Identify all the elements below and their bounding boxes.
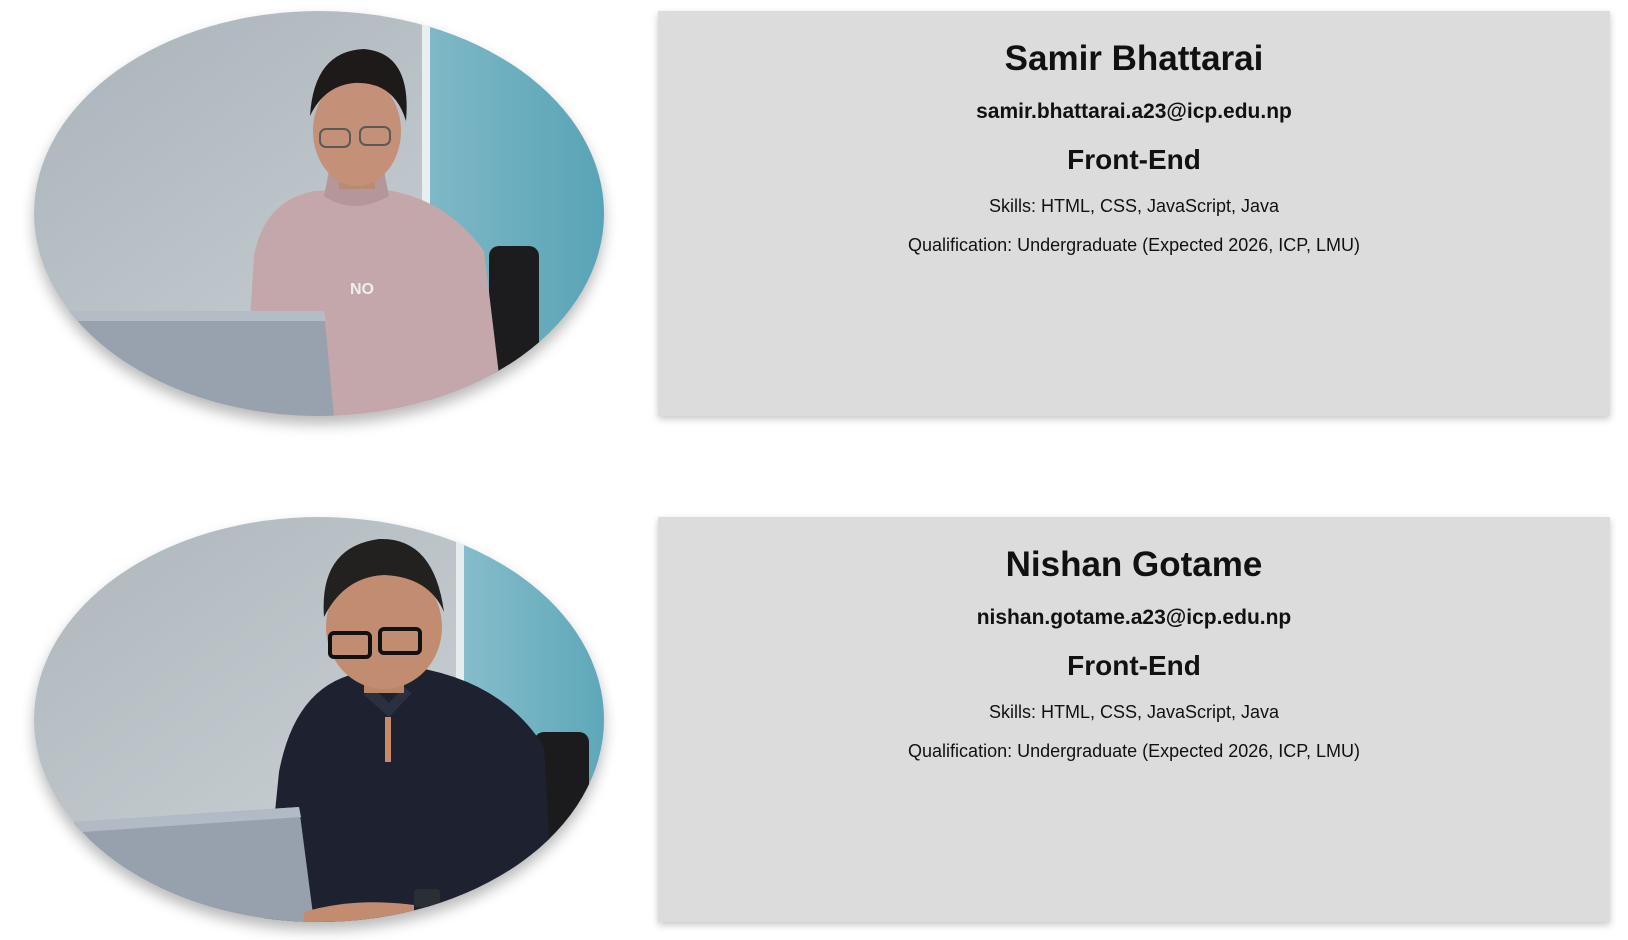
member-role: Front-End <box>1067 144 1201 175</box>
member-info-card: Samir Bhattarai samir.bhattarai.a23@icp.… <box>658 11 1610 416</box>
member-email: nishan.gotame.a23@icp.edu.np <box>976 606 1292 629</box>
team-page: NO Samir Bhattarai samir.bhattarai.a23@i… <box>0 0 1628 940</box>
profile-photo: NO <box>34 11 604 416</box>
member-info-card: Nishan Gotame nishan.gotame.a23@icp.edu.… <box>658 517 1610 922</box>
member-name: Samir Bhattarai <box>1004 39 1264 78</box>
member-skills: Skills: HTML, CSS, JavaScript, Java <box>988 196 1280 216</box>
profile-photo-illustration <box>34 517 604 922</box>
member-qualification: Qualification: Undergraduate (Expected 2… <box>908 741 1360 761</box>
team-member-nishan: Nishan Gotame nishan.gotame.a23@icp.edu.… <box>0 506 1628 926</box>
member-name: Nishan Gotame <box>1005 545 1263 584</box>
team-member-samir: NO Samir Bhattarai samir.bhattarai.a23@i… <box>0 0 1628 420</box>
member-qualification: Qualification: Undergraduate (Expected 2… <box>908 235 1360 255</box>
profile-photo <box>34 517 604 922</box>
member-email: samir.bhattarai.a23@icp.edu.np <box>976 100 1292 123</box>
member-skills: Skills: HTML, CSS, JavaScript, Java <box>988 702 1280 722</box>
sweater-print-text: NO <box>350 281 374 298</box>
member-role: Front-End <box>1067 650 1201 681</box>
profile-photo-illustration: NO <box>34 11 604 416</box>
